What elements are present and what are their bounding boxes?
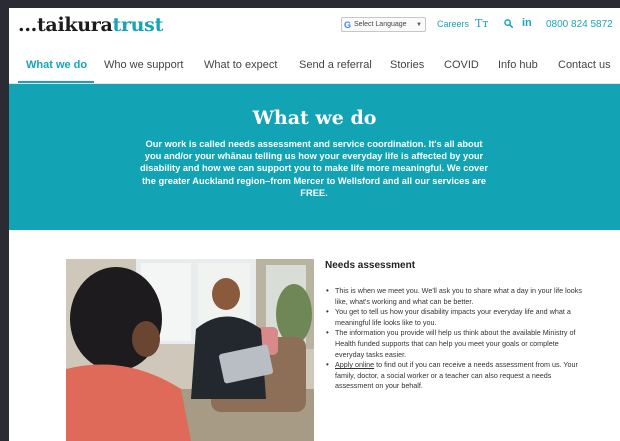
hero-description: Our work is called needs assessment and … (139, 139, 489, 198)
search-icon[interactable] (504, 19, 513, 28)
list-item: This is when we meet you. We'll ask you … (325, 286, 585, 307)
site-logo[interactable]: ...taikuratrust (18, 14, 163, 36)
careers-link[interactable]: Careers (437, 19, 469, 29)
list-item: The information you provide will help us… (325, 328, 585, 360)
list-item: Apply online to find out if you can rece… (325, 360, 585, 392)
chevron-down-icon: ▼ (416, 21, 422, 28)
text-size-icon[interactable]: Tт (475, 17, 488, 30)
nav-item-covid[interactable]: COVID (444, 59, 479, 71)
browser-page: ...taikuratrust G Select Language ▼ Care… (9, 8, 620, 441)
nav-item-who-we-support[interactable]: Who we support (104, 59, 183, 71)
page-title: What we do (252, 107, 377, 129)
nav-item-contact-us[interactable]: Contact us (558, 59, 611, 71)
list-item: You get to tell us how your disability i… (325, 307, 585, 328)
main-nav: What we do Who we support What to expect… (9, 52, 620, 83)
list-item-text: The information you provide will help us… (335, 328, 576, 359)
list-item-text: This is when we meet you. We'll ask you … (335, 286, 582, 306)
language-selector-label: Select Language (354, 21, 407, 28)
needs-assessment-photo (66, 259, 314, 441)
top-bar: ...taikuratrust G Select Language ▼ Care… (9, 8, 620, 40)
nav-item-stories[interactable]: Stories (390, 59, 424, 71)
google-icon: G (344, 19, 352, 30)
nav-item-what-to-expect[interactable]: What to expect (204, 59, 277, 71)
needs-assessment-list: This is when we meet you. We'll ask you … (325, 286, 585, 392)
language-selector[interactable]: G Select Language ▼ (341, 17, 426, 32)
nav-item-send-a-referral[interactable]: Send a referral (299, 59, 372, 71)
apply-online-link[interactable]: Apply online (335, 360, 374, 369)
phone-link[interactable]: 0800 824 5872 (546, 19, 613, 30)
linkedin-icon[interactable]: in (522, 17, 532, 29)
photo-illustration (66, 259, 314, 441)
section-title: Needs assessment (325, 260, 416, 271)
list-item-text: You get to tell us how your disability i… (335, 307, 571, 327)
needs-assessment-section: Needs assessment This is when we meet yo… (325, 260, 585, 392)
logo-prefix: ... (18, 14, 37, 36)
hero-banner: What we do Our work is called needs asse… (9, 84, 620, 230)
logo-main: taikura (36, 14, 113, 36)
logo-accent: trust (112, 14, 164, 36)
nav-item-info-hub[interactable]: Info hub (498, 59, 538, 71)
nav-item-what-we-do[interactable]: What we do (26, 59, 87, 71)
